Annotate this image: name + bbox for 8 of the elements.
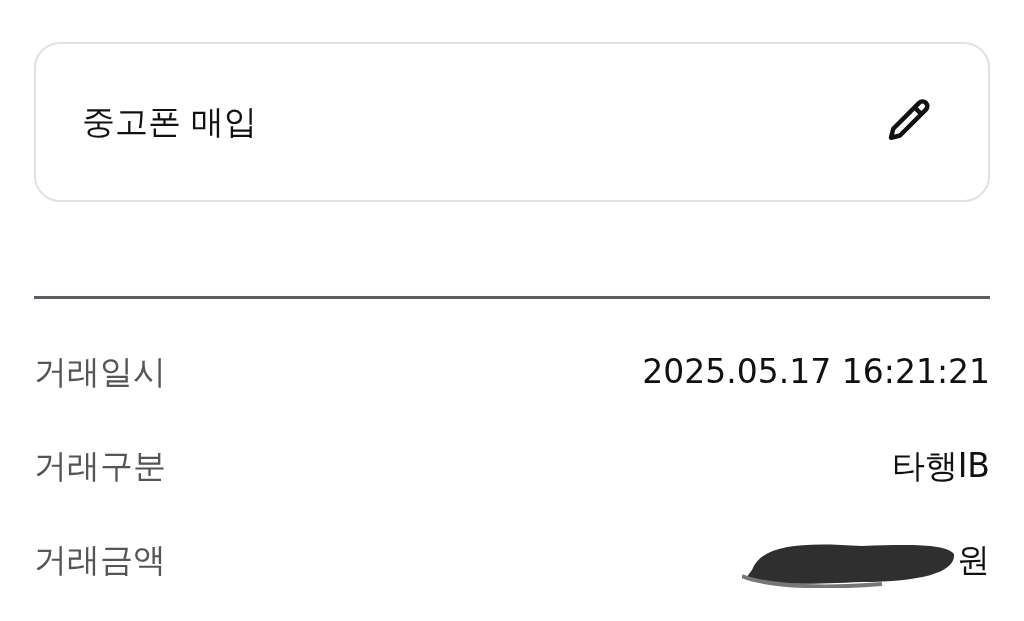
detail-label: 거래일시 [34, 351, 166, 394]
detail-label: 거래금액 [34, 539, 166, 582]
detail-value: 타행IB [891, 445, 990, 488]
memo-card[interactable]: 중고폰 매입 [34, 42, 990, 202]
memo-text: 중고폰 매입 [82, 101, 258, 144]
detail-value: 원 [957, 539, 990, 582]
detail-value: 2025.05.17 16:21:21 [642, 351, 990, 394]
detail-label: 거래구분 [34, 445, 166, 488]
